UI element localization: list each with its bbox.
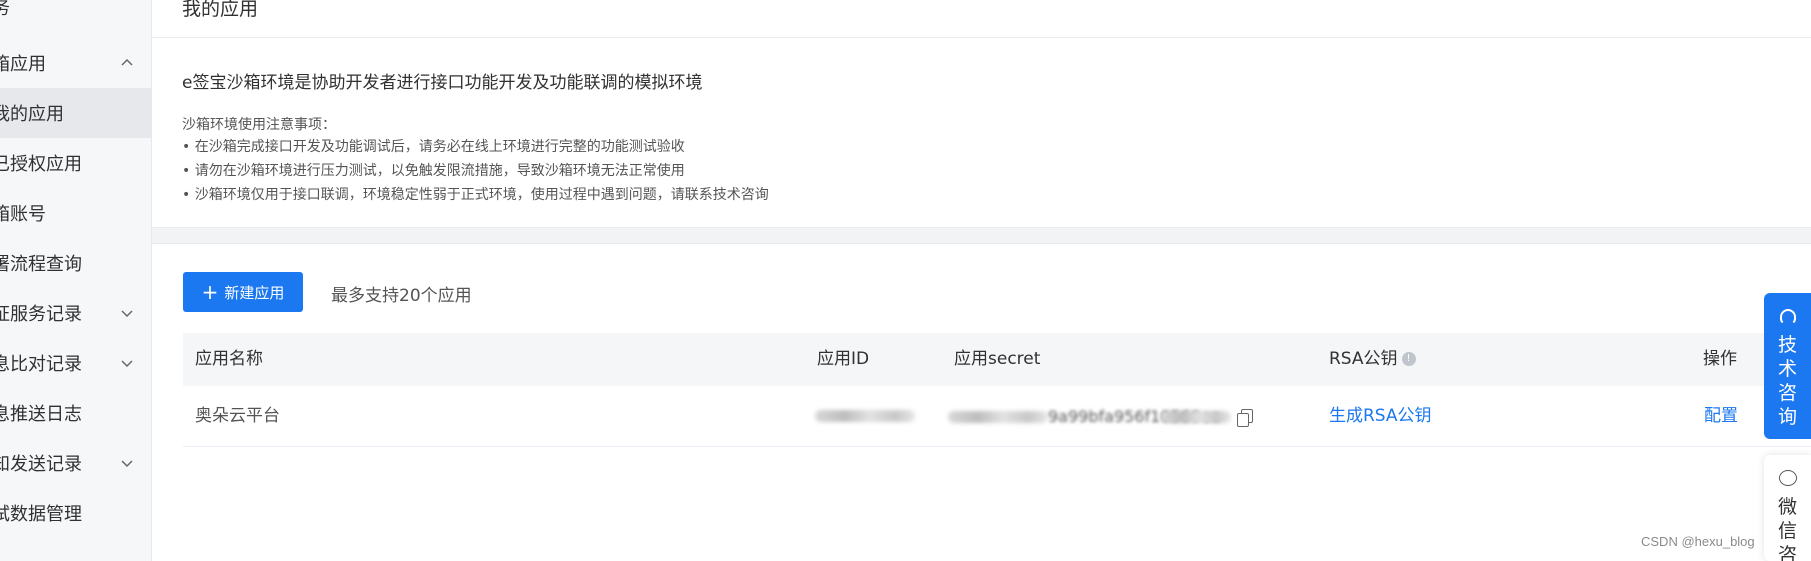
- chevron-down-icon: [121, 360, 133, 368]
- headset-icon: [1780, 309, 1796, 325]
- sidebar-item-auth-service-records[interactable]: 证服务记录: [0, 288, 151, 338]
- watermark: CSDN @hexu_blog: [1641, 534, 1755, 549]
- sidebar-item-label: 务: [0, 0, 10, 20]
- page-header: 我的应用: [152, 0, 1811, 38]
- section-divider: [152, 227, 1811, 244]
- sandbox-notice: e签宝沙箱环境是协助开发者进行接口功能开发及功能联调的模拟环境 沙箱环境使用注意…: [152, 38, 1811, 227]
- sidebar: 务 箱应用 我的应用 已授权应用 箱账号 署流程查询 证服务记录 息比对记录 息…: [0, 0, 152, 561]
- app-limit-text: 最多支持20个应用: [331, 286, 472, 306]
- wechat-icon: [1779, 470, 1797, 486]
- redacted-secret-head: [948, 411, 1048, 423]
- column-header-rsa-label: RSA公钥: [1329, 349, 1398, 369]
- sidebar-item-label: 已授权应用: [0, 154, 82, 175]
- info-icon[interactable]: !: [1401, 352, 1416, 366]
- page-title: 我的应用: [182, 0, 259, 20]
- app-root: 务 箱应用 我的应用 已授权应用 箱账号 署流程查询 证服务记录 息比对记录 息…: [0, 0, 1811, 561]
- sidebar-item-info-compare-records[interactable]: 息比对记录: [0, 338, 151, 388]
- table-row: 奥朵云平台 9a99bfa956f10569ea 生成RSA公钥 配置: [183, 386, 1811, 447]
- notice-bullet: • 沙箱环境仅用于接口联调，环境稳定性弱于正式环境，使用过程中遇到问题，请联系技…: [182, 187, 769, 203]
- consult-char: 技: [1777, 334, 1797, 356]
- column-header-action: 操作: [1703, 349, 1737, 369]
- wechat-char: 微: [1777, 496, 1797, 518]
- sidebar-item-label: 息比对记录: [0, 354, 82, 375]
- sidebar-item-sign-flow-query[interactable]: 署流程查询: [0, 238, 151, 288]
- sidebar-item-label: 证服务记录: [0, 304, 82, 325]
- consult-char: 咨: [1777, 382, 1797, 404]
- wechat-char: 咨: [1777, 544, 1797, 561]
- notice-subtitle: 沙箱环境使用注意事项：: [182, 117, 336, 133]
- sidebar-item-services[interactable]: 务: [0, 0, 151, 32]
- sidebar-item-label: 箱应用: [0, 54, 46, 75]
- copy-icon[interactable]: [1236, 409, 1253, 427]
- column-header-secret: 应用secret: [954, 349, 1041, 369]
- consult-char: 询: [1777, 406, 1797, 428]
- column-header-name: 应用名称: [195, 349, 263, 369]
- sidebar-item-label: 试数据管理: [0, 504, 82, 525]
- wechat-char: 信: [1777, 520, 1797, 542]
- configure-link[interactable]: 配置: [1704, 386, 1738, 447]
- sidebar-item-test-data[interactable]: 试数据管理: [0, 488, 151, 538]
- table-header: 应用名称 应用ID 应用secret RSA公钥! 操作: [183, 333, 1811, 386]
- column-header-rsa: RSA公钥!: [1329, 333, 1416, 386]
- sidebar-item-notify-records[interactable]: 知发送记录: [0, 438, 151, 488]
- notice-headline: e签宝沙箱环境是协助开发者进行接口功能开发及功能联调的模拟环境: [182, 73, 703, 93]
- notice-bullet: • 在沙箱完成接口开发及功能调试后，请务必在线上环境进行完整的功能测试验收: [182, 139, 685, 155]
- tech-consult-button[interactable]: 技 术 咨 询: [1764, 293, 1811, 439]
- chevron-down-icon: [121, 310, 133, 318]
- app-id-cell: [815, 386, 915, 447]
- chevron-down-icon: [121, 460, 133, 468]
- sidebar-item-label: 署流程查询: [0, 254, 82, 275]
- sidebar-item-my-apps[interactable]: 我的应用: [0, 88, 151, 138]
- app-secret-cell: 9a99bfa956f10569ea: [948, 386, 1253, 447]
- sidebar-item-sandbox-accounts[interactable]: 箱账号: [0, 188, 151, 238]
- plus-icon: +: [201, 280, 219, 304]
- redacted-secret-mask: [1160, 411, 1231, 423]
- column-header-app-id: 应用ID: [817, 349, 870, 369]
- sidebar-item-label: 我的应用: [0, 104, 64, 125]
- sidebar-item-label: 息推送日志: [0, 404, 82, 425]
- sidebar-item-sandbox-apps[interactable]: 箱应用: [0, 38, 151, 88]
- sidebar-item-push-logs[interactable]: 息推送日志: [0, 388, 151, 438]
- consult-char: 术: [1777, 358, 1797, 380]
- generate-rsa-link[interactable]: 生成RSA公钥: [1329, 386, 1432, 447]
- new-app-button-label: 新建应用: [224, 283, 285, 302]
- notice-bullet: • 请勿在沙箱环境进行压力测试，以免触发限流措施，导致沙箱环境无法正常使用: [182, 163, 685, 179]
- sidebar-item-label: 知发送记录: [0, 454, 82, 475]
- sidebar-item-label: 箱账号: [0, 204, 46, 225]
- redacted-app-id: [815, 410, 915, 422]
- sidebar-item-authorized-apps[interactable]: 已授权应用: [0, 138, 151, 188]
- app-name-cell: 奥朵云平台: [195, 406, 280, 426]
- new-app-button[interactable]: + 新建应用: [183, 272, 303, 312]
- chevron-up-icon: [121, 58, 133, 66]
- wechat-consult-button[interactable]: 微 信 咨: [1764, 455, 1811, 561]
